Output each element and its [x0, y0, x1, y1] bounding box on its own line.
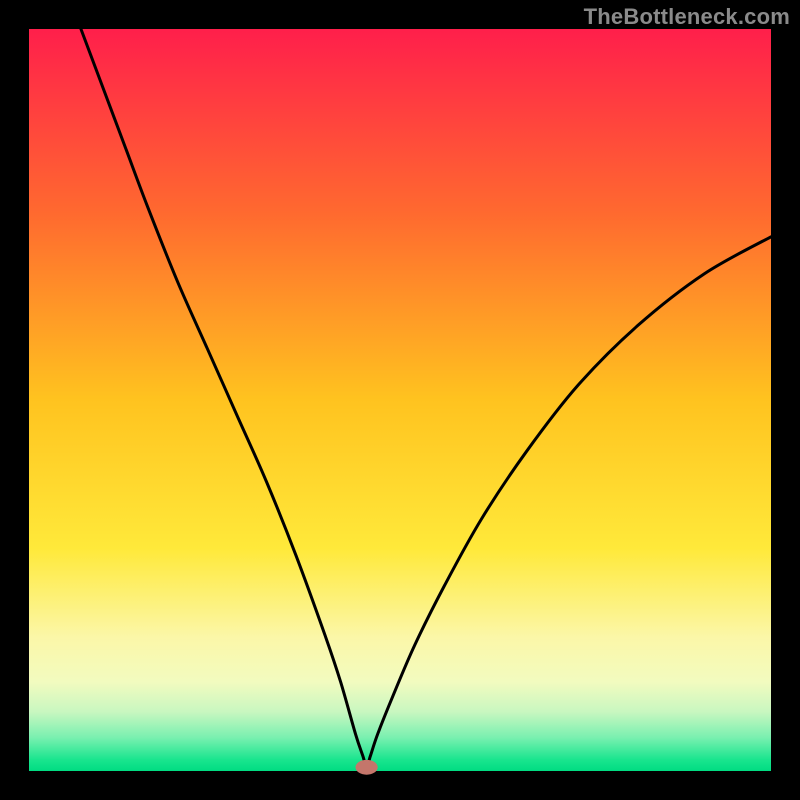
- bottleneck-chart: [0, 0, 800, 800]
- optimal-point-marker: [355, 760, 377, 775]
- chart-frame: TheBottleneck.com: [0, 0, 800, 800]
- plot-background: [29, 29, 771, 771]
